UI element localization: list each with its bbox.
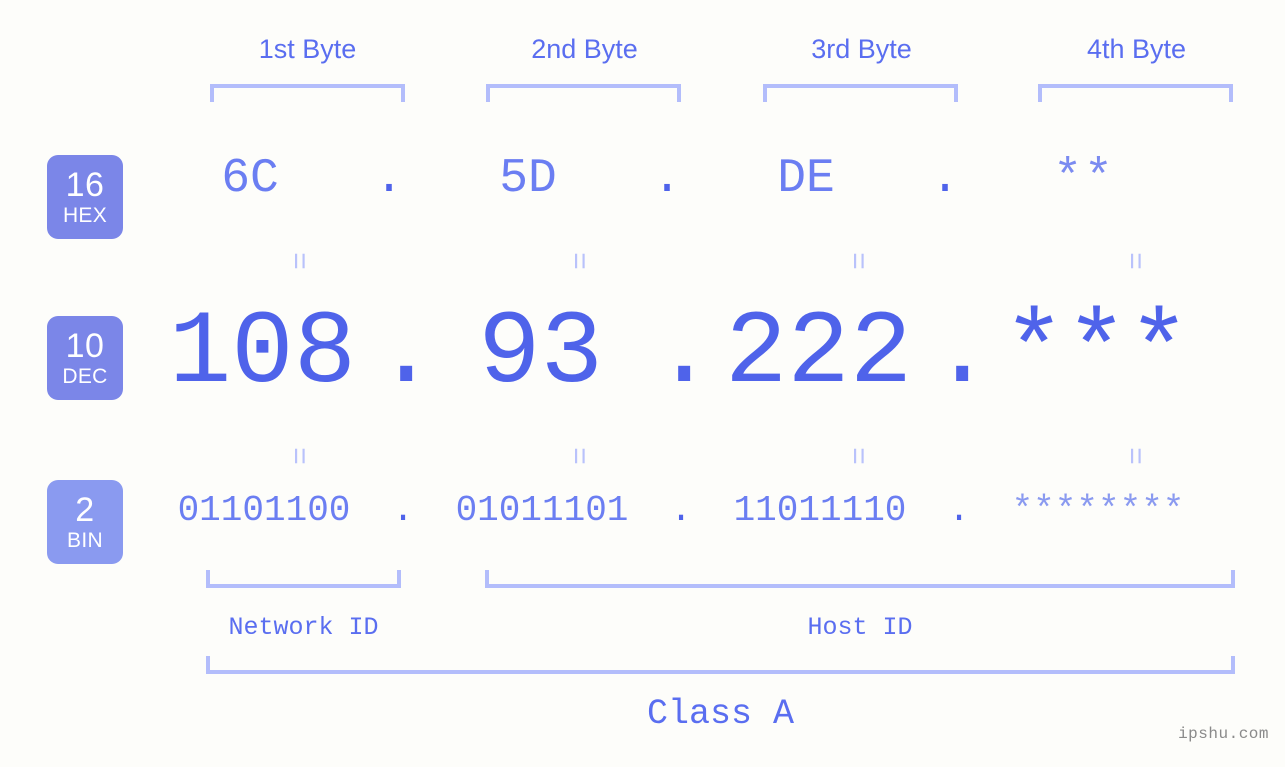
radix-badge-hex-name: HEX	[62, 204, 108, 227]
equals-dec-bin-2: =	[562, 447, 596, 465]
hex-byte-2: 5D	[499, 152, 557, 206]
byte-header-2: 2nd Byte	[531, 34, 638, 64]
dec-byte-1: 108	[168, 295, 357, 413]
hex-separator-2: .	[652, 152, 682, 206]
byte-header-1: 1st Byte	[258, 34, 357, 64]
radix-badge-dec-number: 10	[65, 327, 105, 365]
radix-badge-hex-number: 16	[65, 166, 105, 204]
byte-bracket-top-4	[1038, 84, 1233, 102]
equals-dec-bin-4: =	[1118, 447, 1152, 465]
hex-separator-3: .	[930, 152, 960, 206]
dec-byte-4: ***	[1002, 295, 1191, 413]
dec-separator-1: .	[375, 295, 438, 413]
byte-bracket-top-2	[486, 84, 681, 102]
bin-byte-3: 11011110	[733, 490, 907, 531]
radix-badge-bin-name: BIN	[67, 529, 103, 552]
dec-separator-2: .	[653, 295, 716, 413]
equals-hex-dec-1: =	[282, 252, 316, 270]
hex-byte-3: DE	[777, 152, 835, 206]
equals-hex-dec-3: =	[841, 252, 875, 270]
class-bracket	[206, 656, 1235, 674]
byte-bracket-top-3	[763, 84, 958, 102]
byte-bracket-top-1	[210, 84, 405, 102]
network-id-label: Network ID	[228, 613, 379, 642]
bin-separator-1: .	[392, 490, 414, 531]
network-id-bracket	[206, 570, 401, 588]
watermark: ipshu.com	[1178, 725, 1269, 743]
hex-byte-1: 6C	[221, 152, 279, 206]
dec-byte-2: 93	[478, 295, 603, 413]
radix-badge-dec: 10 DEC	[47, 316, 123, 400]
radix-badge-bin-number: 2	[75, 491, 95, 529]
host-id-bracket	[485, 570, 1235, 588]
equals-hex-dec-4: =	[1118, 252, 1152, 270]
bin-separator-2: .	[670, 490, 692, 531]
ip-breakdown-diagram: 1st Byte 2nd Byte 3rd Byte 4th Byte 16 H…	[0, 0, 1285, 767]
bin-byte-1: 01101100	[177, 490, 351, 531]
hex-byte-4: **	[1053, 152, 1115, 206]
radix-badge-bin: 2 BIN	[47, 480, 123, 564]
dec-separator-3: .	[931, 295, 994, 413]
bin-byte-2: 01011101	[455, 490, 629, 531]
bin-byte-4: ********	[1011, 490, 1185, 531]
bin-separator-3: .	[948, 490, 970, 531]
dec-byte-3: 222	[724, 295, 913, 413]
bin-value-row: 01101100 . 01011101 . 11011110 . *******…	[150, 490, 1285, 531]
class-label: Class A	[646, 694, 795, 734]
hex-separator-1: .	[374, 152, 404, 206]
radix-badge-dec-name: DEC	[62, 365, 108, 388]
dec-value-row: 108 . 93 . 222 . ***	[150, 295, 1285, 413]
equals-hex-dec-2: =	[562, 252, 596, 270]
host-id-label: Host ID	[807, 613, 913, 642]
byte-header-4: 4th Byte	[1086, 34, 1187, 64]
equals-dec-bin-3: =	[841, 447, 875, 465]
byte-header-3: 3rd Byte	[811, 34, 912, 64]
radix-badge-hex: 16 HEX	[47, 155, 123, 239]
hex-value-row: 6C . 5D . DE . **	[150, 152, 1285, 206]
equals-dec-bin-1: =	[282, 447, 316, 465]
